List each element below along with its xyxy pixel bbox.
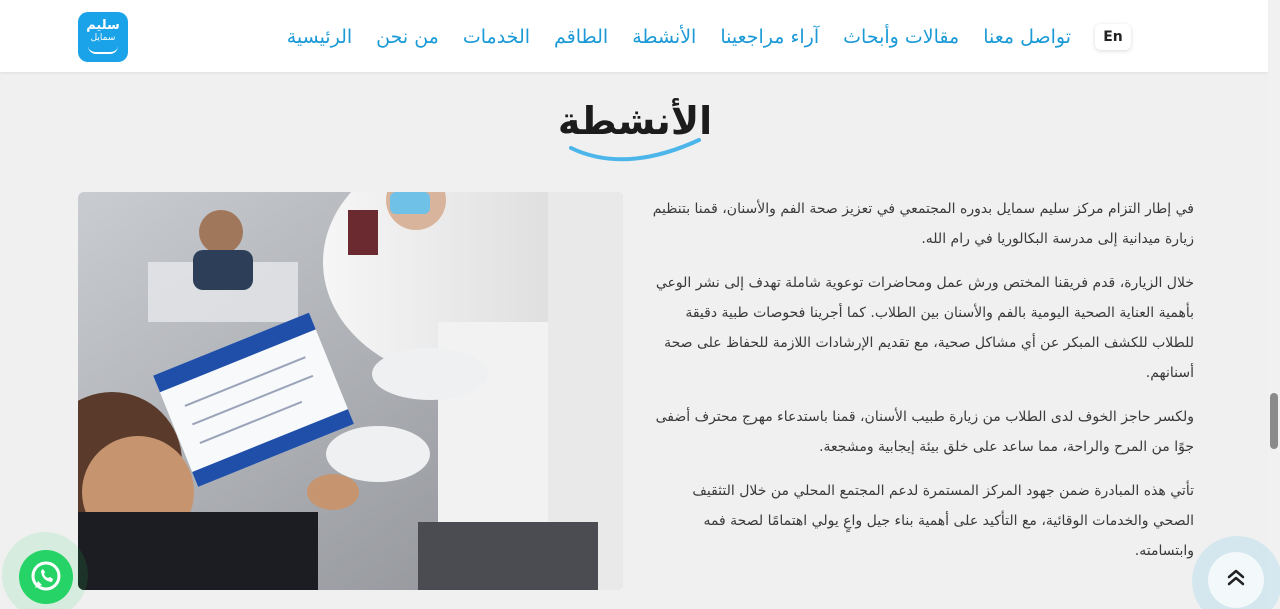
whatsapp-button[interactable] — [19, 550, 73, 604]
article-paragraph: تأتي هذه المبادرة ضمن جهود المركز المستم… — [692, 483, 1194, 559]
activity-photo — [78, 192, 623, 590]
nav-services[interactable]: الخدمات — [463, 22, 530, 52]
logo[interactable]: سليم سمايل — [78, 12, 128, 62]
nav-articles[interactable]: مقالات وأبحاث — [843, 22, 959, 52]
nav-contact[interactable]: تواصل معنا — [983, 22, 1071, 52]
section-header: الأنشطة — [540, 96, 730, 176]
page-scrollbar[interactable] — [1268, 0, 1280, 609]
language-toggle-button[interactable]: En — [1095, 24, 1131, 50]
activity-article: في إطار التزام مركز سليم سمايل بدوره الم… — [650, 194, 1194, 580]
main-nav: الرئيسية من نحن الخدمات الطاقم الأنشطة آ… — [287, 22, 1145, 52]
article-paragraph: خلال الزيارة، قدم فريقنا المختص ورش عمل … — [655, 275, 1194, 381]
double-chevron-up-icon — [1227, 569, 1245, 586]
article-paragraph: ولكسر حاجز الخوف لدى الطلاب من زيارة طبي… — [655, 409, 1194, 455]
title-underline-curve — [569, 138, 701, 162]
logo-text-main: سليم — [86, 18, 120, 33]
logo-smile-mark — [88, 46, 118, 54]
article-paragraph: في إطار التزام مركز سليم سمايل بدوره الم… — [652, 201, 1194, 247]
nav-activities[interactable]: الأنشطة — [632, 22, 696, 52]
whatsapp-icon — [31, 561, 61, 591]
activity-photo-illustration — [78, 192, 623, 590]
top-navbar: سليم سمايل الرئيسية من نحن الخدمات الطاق… — [0, 0, 1268, 72]
nav-staff[interactable]: الطاقم — [554, 22, 608, 52]
logo-text-sub: سمايل — [90, 33, 116, 43]
nav-reviews[interactable]: آراء مراجعينا — [720, 22, 819, 52]
nav-about[interactable]: من نحن — [376, 22, 439, 52]
back-to-top-button[interactable] — [1208, 552, 1264, 608]
nav-home[interactable]: الرئيسية — [287, 22, 352, 52]
scrollbar-thumb[interactable] — [1270, 393, 1278, 449]
